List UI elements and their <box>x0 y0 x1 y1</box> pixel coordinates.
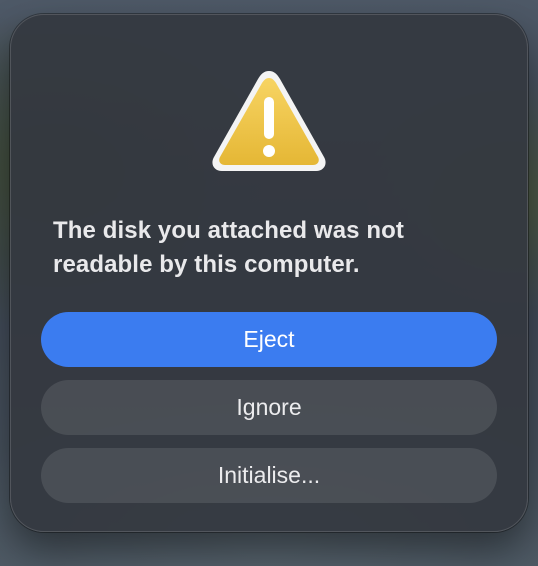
eject-button[interactable]: Eject <box>41 312 497 367</box>
alert-message: The disk you attached was not readable b… <box>53 214 493 282</box>
initialise-button[interactable]: Initialise... <box>41 448 497 503</box>
ignore-button[interactable]: Ignore <box>41 380 497 435</box>
warning-triangle-icon <box>212 71 326 171</box>
alert-message-line-1: The disk you attached was not <box>53 217 404 244</box>
alert-message-line-2: readable by this computer. <box>53 251 360 278</box>
alert-dialog: The disk you attached was not readable b… <box>10 14 528 532</box>
